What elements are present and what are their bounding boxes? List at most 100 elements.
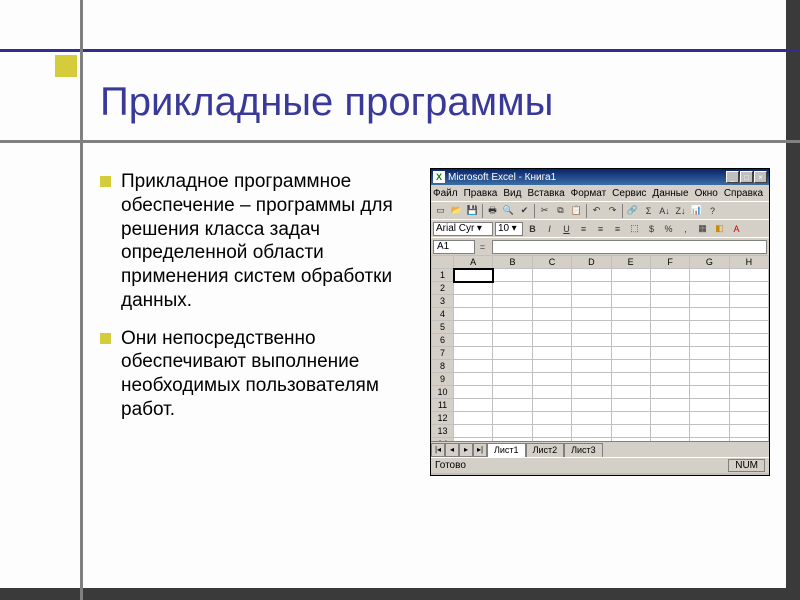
cell[interactable] — [493, 399, 532, 412]
cell[interactable] — [532, 347, 571, 360]
menu-tools[interactable]: Сервис — [612, 188, 646, 199]
row-header[interactable]: 7 — [432, 347, 454, 360]
cell[interactable] — [572, 360, 611, 373]
align-right-icon[interactable]: ≡ — [610, 221, 625, 236]
cell[interactable] — [532, 399, 571, 412]
cell[interactable] — [532, 282, 571, 295]
cell[interactable] — [532, 321, 571, 334]
cell[interactable] — [532, 334, 571, 347]
percent-icon[interactable]: % — [661, 221, 676, 236]
cell[interactable] — [572, 425, 611, 438]
cell[interactable] — [532, 373, 571, 386]
cell[interactable] — [493, 373, 532, 386]
cell[interactable] — [690, 360, 729, 373]
cell[interactable] — [729, 347, 768, 360]
cell[interactable] — [572, 412, 611, 425]
font-name-combo[interactable]: Arial Cyr▾ — [433, 222, 493, 236]
cell[interactable] — [532, 360, 571, 373]
cell[interactable] — [729, 438, 768, 442]
chart-icon[interactable]: 📊 — [689, 203, 704, 218]
cell[interactable] — [611, 438, 650, 442]
row-header[interactable]: 14 — [432, 438, 454, 442]
spreadsheet-grid[interactable]: ABCDEFGH12345678910111213141516171819202… — [431, 255, 769, 441]
redo-icon[interactable]: ↷ — [605, 203, 620, 218]
cell[interactable] — [650, 386, 689, 399]
cell[interactable] — [729, 412, 768, 425]
cell[interactable] — [611, 360, 650, 373]
cell[interactable] — [690, 425, 729, 438]
cell[interactable] — [729, 373, 768, 386]
cell[interactable] — [532, 386, 571, 399]
cell[interactable] — [454, 425, 493, 438]
cell[interactable] — [572, 347, 611, 360]
select-all-corner[interactable] — [432, 256, 454, 269]
cell[interactable] — [690, 308, 729, 321]
cell[interactable] — [611, 308, 650, 321]
row-header[interactable]: 1 — [432, 269, 454, 282]
menu-file[interactable]: Файл — [433, 188, 458, 199]
menu-view[interactable]: Вид — [503, 188, 521, 199]
menu-data[interactable]: Данные — [652, 188, 688, 199]
cell[interactable] — [454, 269, 493, 282]
open-icon[interactable]: 📂 — [449, 203, 464, 218]
autosum-icon[interactable]: Σ — [641, 203, 656, 218]
cell[interactable] — [650, 399, 689, 412]
cell[interactable] — [454, 295, 493, 308]
merge-icon[interactable]: ⬚ — [627, 221, 642, 236]
cell[interactable] — [611, 334, 650, 347]
tab-nav-prev[interactable]: ◂ — [445, 443, 459, 457]
sheet-tab[interactable]: Лист3 — [564, 443, 603, 457]
menu-edit[interactable]: Правка — [464, 188, 498, 199]
cell[interactable] — [532, 295, 571, 308]
cell[interactable] — [611, 425, 650, 438]
cell[interactable] — [690, 282, 729, 295]
row-header[interactable]: 8 — [432, 360, 454, 373]
cell[interactable] — [454, 282, 493, 295]
cell[interactable] — [690, 347, 729, 360]
cell[interactable] — [650, 282, 689, 295]
row-header[interactable]: 5 — [432, 321, 454, 334]
cell[interactable] — [650, 308, 689, 321]
row-header[interactable]: 13 — [432, 425, 454, 438]
column-header[interactable]: C — [532, 256, 571, 269]
copy-icon[interactable]: ⧉ — [553, 203, 568, 218]
cell[interactable] — [729, 282, 768, 295]
cell[interactable] — [611, 373, 650, 386]
cell[interactable] — [493, 386, 532, 399]
cell[interactable] — [729, 269, 768, 282]
cell[interactable] — [611, 412, 650, 425]
bold-button[interactable]: B — [525, 221, 540, 236]
column-header[interactable]: D — [572, 256, 611, 269]
cell[interactable] — [690, 373, 729, 386]
cell[interactable] — [650, 269, 689, 282]
cell[interactable] — [493, 321, 532, 334]
menu-format[interactable]: Формат — [571, 188, 607, 199]
border-icon[interactable]: ▦ — [695, 221, 710, 236]
print-icon[interactable]: 🖶 — [485, 203, 500, 218]
cell[interactable] — [650, 360, 689, 373]
formula-input[interactable] — [492, 240, 767, 254]
font-color-icon[interactable]: A — [729, 221, 744, 236]
cell[interactable] — [454, 308, 493, 321]
cell[interactable] — [532, 269, 571, 282]
tab-nav-next[interactable]: ▸ — [459, 443, 473, 457]
row-header[interactable]: 10 — [432, 386, 454, 399]
sheet-tab[interactable]: Лист2 — [526, 443, 565, 457]
cell[interactable] — [690, 412, 729, 425]
cell[interactable] — [454, 412, 493, 425]
cell[interactable] — [572, 282, 611, 295]
row-header[interactable]: 2 — [432, 282, 454, 295]
align-center-icon[interactable]: ≡ — [593, 221, 608, 236]
cell[interactable] — [493, 282, 532, 295]
cell[interactable] — [572, 386, 611, 399]
cell[interactable] — [493, 334, 532, 347]
row-header[interactable]: 11 — [432, 399, 454, 412]
cell[interactable] — [650, 321, 689, 334]
cell[interactable] — [493, 308, 532, 321]
cell[interactable] — [690, 386, 729, 399]
cell[interactable] — [729, 399, 768, 412]
row-header[interactable]: 3 — [432, 295, 454, 308]
cell[interactable] — [650, 438, 689, 442]
cell[interactable] — [454, 399, 493, 412]
column-header[interactable]: A — [454, 256, 493, 269]
